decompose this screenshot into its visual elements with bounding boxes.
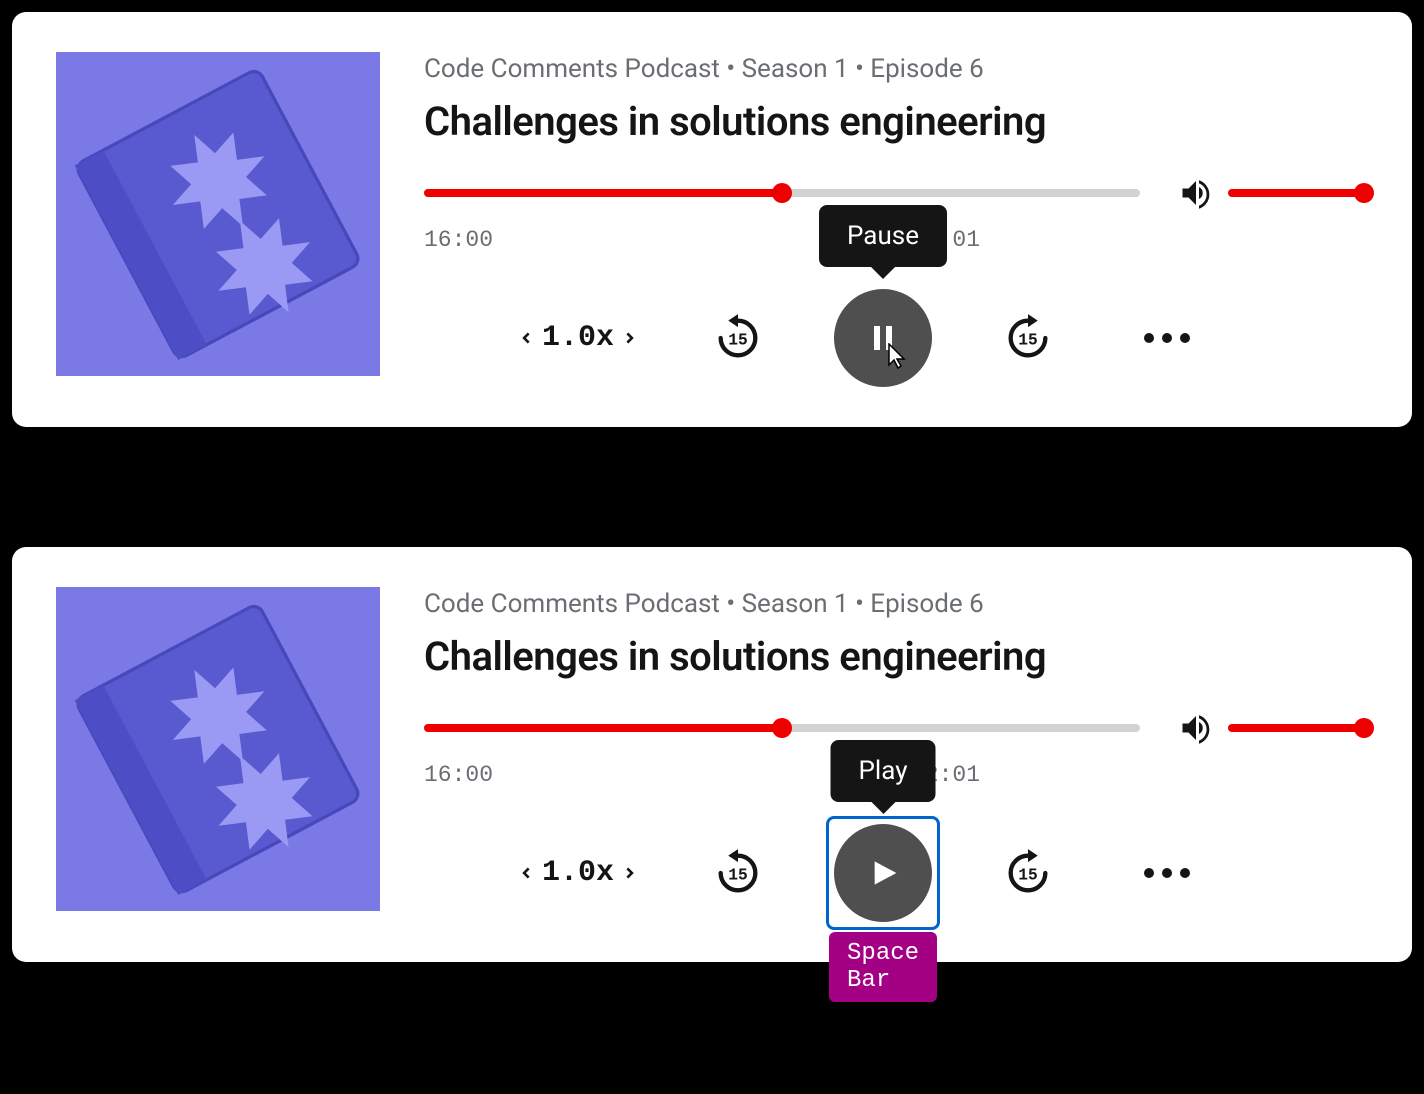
volume-slider[interactable] <box>1228 724 1364 732</box>
podcast-artwork <box>56 587 380 911</box>
cursor-icon <box>888 343 908 369</box>
playback-speed-control[interactable]: 1.0x <box>514 856 642 890</box>
more-options-button[interactable] <box>1144 868 1190 878</box>
podcast-artwork <box>56 52 380 376</box>
player-content: Code Comments Podcast • Season 1 • Episo… <box>424 52 1364 387</box>
volume-icon[interactable] <box>1176 708 1216 748</box>
audio-player-card: Code Comments Podcast • Season 1 • Episo… <box>12 12 1412 427</box>
svg-text:15: 15 <box>1018 331 1038 350</box>
episode-meta: Code Comments Podcast • Season 1 • Episo… <box>424 589 1364 619</box>
skip-forward-button[interactable]: 15 <box>1002 312 1054 364</box>
play-button[interactable] <box>834 824 932 922</box>
audio-player-card: Code Comments Podcast • Season 1 • Episo… <box>12 547 1412 962</box>
chevron-left-icon[interactable] <box>514 323 536 353</box>
chevron-right-icon[interactable] <box>620 858 642 888</box>
chevron-right-icon[interactable] <box>620 323 642 353</box>
pause-button[interactable] <box>834 289 932 387</box>
speed-value: 1.0x <box>542 856 614 890</box>
elapsed-time: 16:00 <box>424 227 493 253</box>
play-pause-tooltip: Play <box>831 740 936 802</box>
playback-speed-control[interactable]: 1.0x <box>514 321 642 355</box>
skip-back-button[interactable]: 15 <box>712 312 764 364</box>
elapsed-time: 16:00 <box>424 762 493 788</box>
keyboard-hint: Space Bar <box>829 932 937 1002</box>
progress-slider[interactable] <box>424 716 1140 740</box>
episode-meta: Code Comments Podcast • Season 1 • Episo… <box>424 54 1364 84</box>
svg-text:15: 15 <box>1018 866 1038 885</box>
volume-slider[interactable] <box>1228 189 1364 197</box>
svg-text:15: 15 <box>728 331 748 350</box>
volume-icon[interactable] <box>1176 173 1216 213</box>
chevron-left-icon[interactable] <box>514 858 536 888</box>
play-pause-tooltip: Pause <box>819 205 947 267</box>
skip-forward-button[interactable]: 15 <box>1002 847 1054 899</box>
episode-title: Challenges in solutions engineering <box>424 633 1364 680</box>
player-content: Code Comments Podcast • Season 1 • Episo… <box>424 587 1364 922</box>
speed-value: 1.0x <box>542 321 614 355</box>
progress-slider[interactable] <box>424 181 1140 205</box>
more-options-button[interactable] <box>1144 333 1190 343</box>
svg-text:15: 15 <box>728 866 748 885</box>
episode-title: Challenges in solutions engineering <box>424 98 1364 145</box>
skip-back-button[interactable]: 15 <box>712 847 764 899</box>
